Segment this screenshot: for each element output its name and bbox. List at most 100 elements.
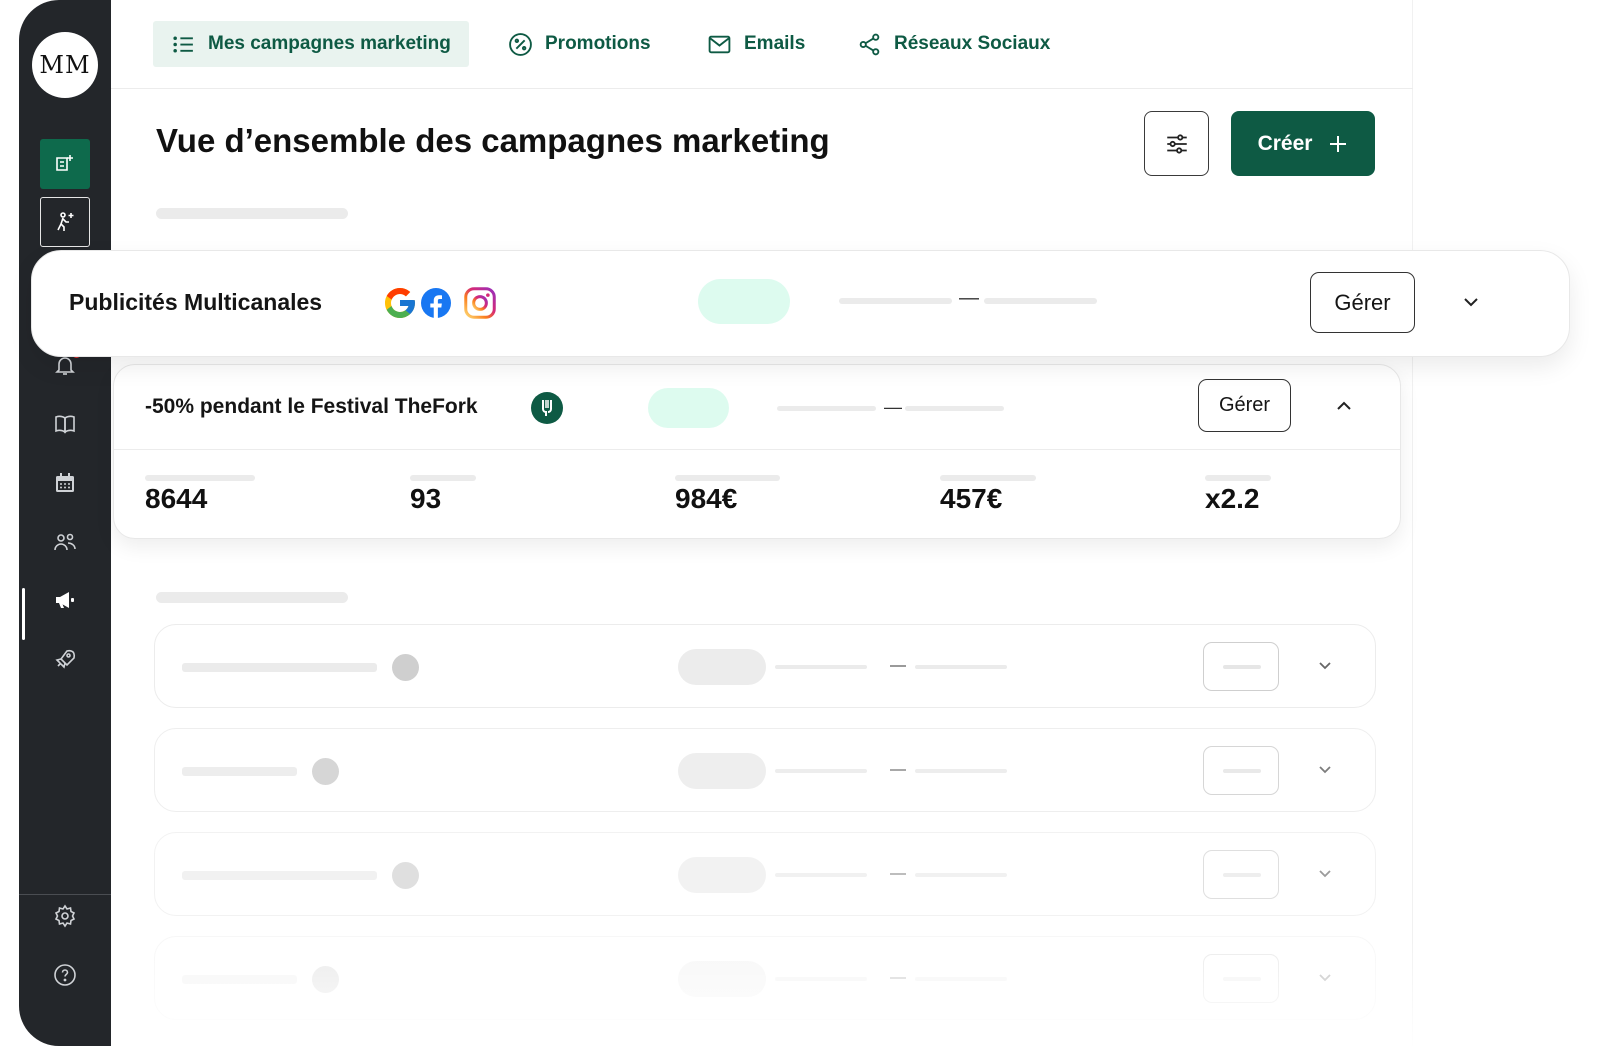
stat-label-placeholder	[940, 475, 1036, 481]
campaign-row-placeholder	[154, 624, 1376, 708]
date-placeholder	[775, 769, 867, 773]
status-pill-placeholder	[678, 649, 766, 685]
tab-promotions[interactable]: Promotions	[490, 21, 669, 67]
create-label: Créer	[1257, 131, 1313, 155]
campaign-card-expanded: -50% pendant le Festival TheFork — Gérer…	[113, 364, 1401, 539]
mail-icon	[708, 35, 731, 53]
page-title: Vue d’ensemble des campagnes marketing	[156, 122, 830, 159]
manage-button-placeholder[interactable]	[1203, 746, 1279, 795]
sidebar-item-store-add[interactable]	[40, 139, 90, 189]
section-label-placeholder	[156, 208, 348, 219]
date-separator: —	[884, 397, 902, 417]
sidebar-item-calendar[interactable]	[40, 458, 90, 508]
status-pill-placeholder	[678, 753, 766, 789]
stat-label-placeholder	[410, 475, 476, 481]
users-icon	[54, 533, 76, 551]
list-icon	[173, 35, 193, 53]
end-date-placeholder	[905, 406, 1004, 411]
thefork-icon	[392, 654, 419, 681]
tab-emails[interactable]: Emails	[689, 21, 823, 67]
date-separator	[890, 769, 906, 771]
sliders-icon	[1166, 133, 1187, 154]
help-icon	[54, 964, 76, 986]
status-pill	[698, 279, 790, 324]
status-pill-placeholder	[678, 857, 766, 893]
chevron-up-icon[interactable]	[1333, 395, 1355, 417]
date-placeholder	[775, 665, 867, 669]
tab-label: Promotions	[545, 33, 651, 54]
store-add-icon	[56, 155, 73, 171]
instagram-icon	[464, 287, 496, 319]
status-pill	[648, 388, 729, 428]
bottom-fade	[111, 940, 1413, 1046]
date-separator	[890, 873, 906, 875]
sidebar-item-customers[interactable]	[40, 517, 90, 567]
title-placeholder	[182, 767, 297, 776]
campaign-card-featured: Publicités Multicanales — Gérer	[31, 250, 1570, 357]
sidebar: MM	[19, 0, 111, 1046]
sidebar-item-settings[interactable]	[40, 891, 90, 941]
campaign-title: -50% pendant le Festival TheFork	[145, 395, 478, 418]
thefork-icon	[312, 758, 339, 785]
date-placeholder	[915, 873, 1007, 877]
stat-value: 8644	[145, 483, 208, 514]
share-icon	[859, 33, 880, 55]
facebook-icon	[421, 288, 451, 318]
date-separator: —	[959, 287, 979, 309]
manage-label: Gérer	[1218, 394, 1271, 416]
manage-label: Gérer	[1334, 289, 1391, 315]
stat-label-placeholder	[675, 475, 780, 481]
percent-icon	[509, 32, 532, 56]
sidebar-item-help[interactable]	[40, 950, 90, 1000]
top-navigation: Mes campagnes marketing Promotions Email…	[111, 0, 1413, 89]
chevron-down-icon[interactable]	[1315, 863, 1335, 883]
sidebar-item-menu[interactable]	[40, 399, 90, 449]
campaign-row-placeholder	[154, 728, 1376, 812]
manage-button[interactable]: Gérer	[1310, 272, 1415, 333]
avatar[interactable]: MM	[32, 32, 98, 98]
date-placeholder	[775, 873, 867, 877]
tab-label: Emails	[744, 33, 806, 54]
google-icon	[385, 288, 415, 318]
calendar-icon	[56, 473, 74, 492]
plus-icon	[1330, 135, 1347, 152]
title-placeholder	[182, 871, 377, 880]
date-separator	[890, 665, 906, 667]
date-placeholder	[915, 665, 1007, 669]
gear-icon	[54, 904, 76, 928]
end-date-placeholder	[984, 298, 1097, 304]
stat-label-placeholder	[1205, 475, 1271, 481]
manage-button-placeholder[interactable]	[1203, 642, 1279, 691]
tab-campaigns[interactable]: Mes campagnes marketing	[153, 21, 469, 67]
stat-label-placeholder	[145, 475, 255, 481]
filter-button[interactable]	[1144, 111, 1209, 176]
thefork-icon	[392, 862, 419, 889]
sidebar-item-walk-in[interactable]	[40, 197, 90, 247]
sidebar-item-marketing[interactable]	[40, 575, 90, 625]
tab-social[interactable]: Réseaux Sociaux	[839, 21, 1068, 67]
chevron-down-icon[interactable]	[1315, 655, 1335, 675]
start-date-placeholder	[777, 406, 876, 411]
chevron-down-icon[interactable]	[1315, 759, 1335, 779]
stat-value: 457€	[940, 483, 1003, 514]
sidebar-item-growth[interactable]	[40, 634, 90, 684]
active-indicator	[22, 588, 25, 640]
campaign-row-placeholder	[154, 832, 1376, 916]
stat-value: x2.2	[1205, 483, 1260, 514]
walking-person-add-icon	[57, 212, 74, 231]
chevron-down-icon[interactable]	[1460, 291, 1482, 313]
app-root: MM Mes campagnes marketing Promotions Em…	[0, 0, 1600, 1046]
create-button[interactable]: Créer	[1231, 111, 1375, 176]
rocket-icon	[55, 649, 76, 669]
date-placeholder	[915, 769, 1007, 773]
megaphone-icon	[56, 592, 74, 608]
manage-button-placeholder[interactable]	[1203, 850, 1279, 899]
section-label-placeholder	[156, 592, 348, 603]
title-placeholder	[182, 663, 377, 672]
card-divider	[114, 449, 1400, 450]
stat-value: 984€	[675, 483, 738, 514]
manage-button[interactable]: Gérer	[1198, 379, 1291, 432]
tab-label: Réseaux Sociaux	[894, 33, 1051, 54]
thefork-icon	[531, 392, 563, 424]
book-icon	[55, 415, 75, 434]
